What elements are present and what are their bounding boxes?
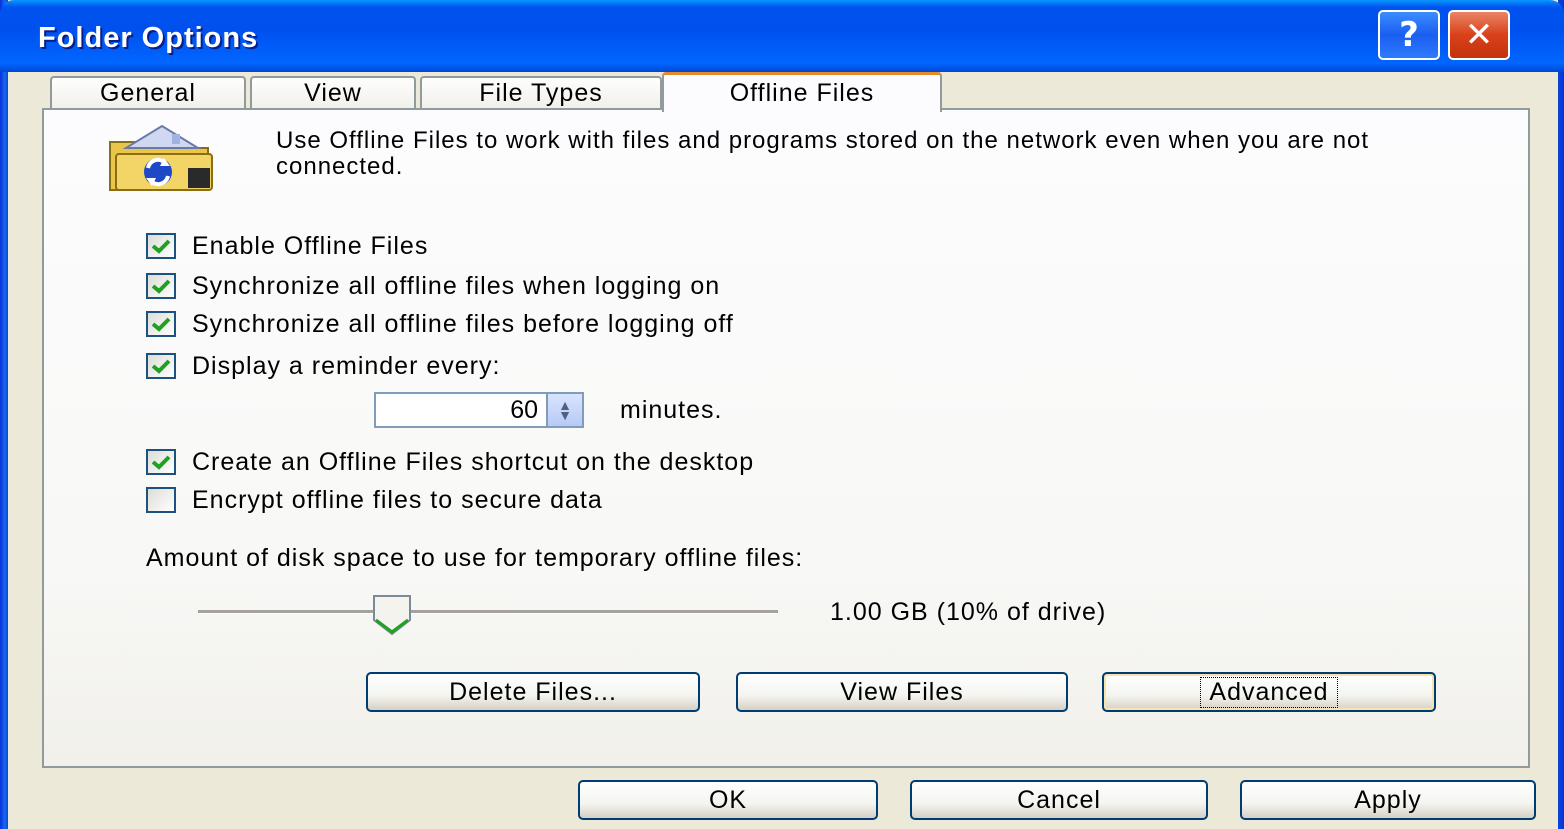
encrypt-files-checkbox[interactable]: Encrypt offline files to secure data (146, 484, 603, 516)
checkbox-box[interactable] (146, 311, 176, 337)
window-title: Folder Options (38, 22, 259, 54)
checkbox-label: Synchronize all offline files when loggi… (192, 271, 721, 300)
ok-button[interactable]: OK (578, 780, 878, 820)
check-icon (151, 317, 171, 332)
check-icon (151, 359, 171, 374)
checkbox-label: Synchronize all offline files before log… (192, 309, 734, 338)
spinner-arrows-icon[interactable]: ▲ ▼ (548, 392, 584, 428)
checkbox-label: Create an Offline Files shortcut on the … (192, 447, 755, 476)
help-icon: ? (1399, 15, 1419, 55)
window-frame-left (0, 0, 8, 829)
help-button[interactable]: ? (1378, 10, 1440, 60)
button-label: OK (708, 785, 748, 814)
delete-files-button[interactable]: Delete Files... (366, 672, 700, 712)
button-label: Advanced (1200, 676, 1338, 708)
button-label: Cancel (1017, 785, 1101, 814)
check-icon (151, 455, 171, 470)
checkbox-label: Enable Offline Files (192, 231, 429, 260)
display-reminder-checkbox[interactable]: Display a reminder every: (146, 350, 500, 382)
intro-text: Use Offline Files to work with files and… (276, 127, 1370, 180)
advanced-button[interactable]: Advanced (1102, 672, 1436, 712)
checkbox-box[interactable] (146, 273, 176, 299)
checkbox-box[interactable] (146, 353, 176, 379)
cancel-button[interactable]: Cancel (910, 780, 1208, 820)
reminder-minutes-input[interactable]: 60 (374, 392, 548, 428)
view-files-button[interactable]: View Files (736, 672, 1068, 712)
slider-thumb-icon[interactable] (370, 594, 414, 636)
offline-folder-icon (109, 124, 213, 191)
minutes-label: minutes. (620, 395, 723, 424)
sync-on-logon-checkbox[interactable]: Synchronize all offline files when loggi… (146, 270, 720, 302)
close-button[interactable]: ✕ (1448, 10, 1510, 60)
button-label: Delete Files... (449, 677, 617, 706)
tab-file-types[interactable]: File Types (420, 76, 662, 108)
title-bar[interactable]: Folder Options ? ✕ (0, 0, 1564, 72)
desktop-shortcut-checkbox[interactable]: Create an Offline Files shortcut on the … (146, 446, 754, 478)
checkbox-label: Display a reminder every: (192, 351, 501, 380)
offline-files-panel: Use Offline Files to work with files and… (42, 108, 1530, 768)
button-label: Apply (1354, 785, 1422, 814)
checkbox-box[interactable] (146, 487, 176, 513)
close-icon: ✕ (1464, 15, 1494, 55)
tab-view[interactable]: View (250, 76, 416, 108)
apply-button[interactable]: Apply (1240, 780, 1536, 820)
tab-general[interactable]: General (50, 76, 246, 108)
checkbox-box[interactable] (146, 233, 176, 259)
button-label: View Files (840, 677, 964, 706)
tab-offline-files[interactable]: Offline Files (662, 72, 942, 112)
disk-space-slider-track[interactable] (198, 610, 778, 614)
check-icon (151, 279, 171, 294)
disk-space-value: 1.00 GB (10% of drive) (830, 598, 1107, 626)
checkbox-box[interactable] (146, 449, 176, 475)
reminder-interval: 60 ▲ ▼ minutes. (374, 392, 722, 428)
checkbox-label: Encrypt offline files to secure data (192, 485, 603, 514)
sync-on-logoff-checkbox[interactable]: Synchronize all offline files before log… (146, 308, 734, 340)
enable-offline-files-checkbox[interactable]: Enable Offline Files (146, 230, 428, 262)
window-frame-right (1558, 0, 1564, 829)
check-icon (151, 239, 171, 254)
disk-space-label: Amount of disk space to use for temporar… (146, 544, 804, 572)
